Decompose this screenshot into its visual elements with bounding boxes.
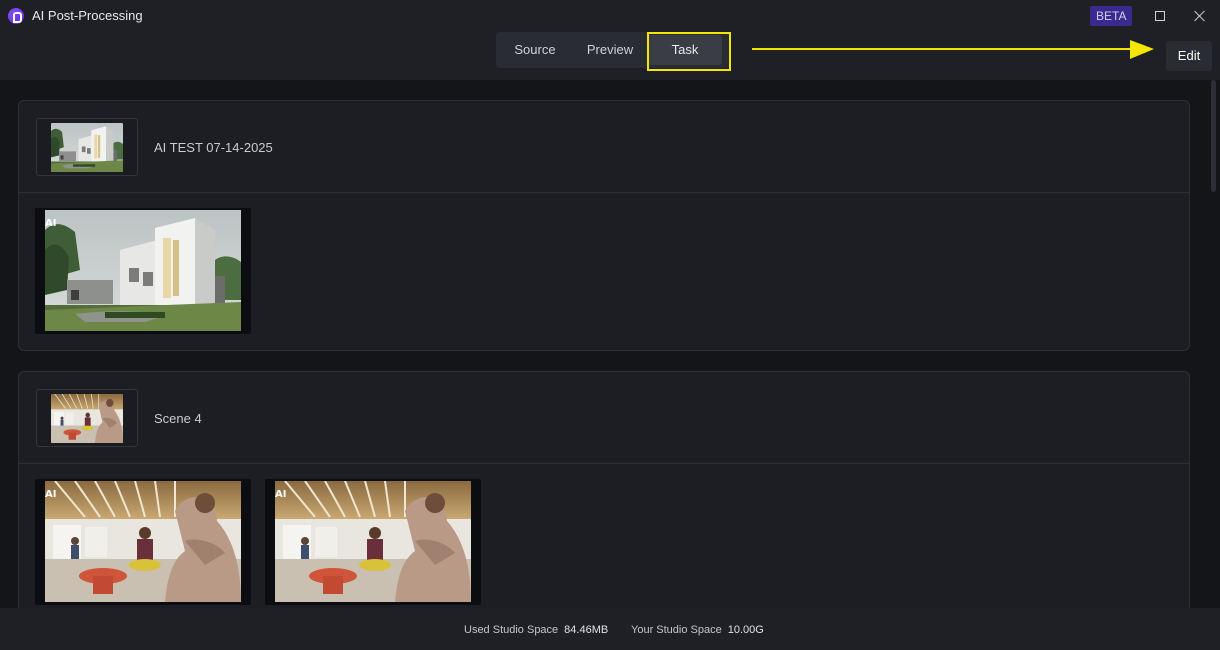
task-highlight-annotation [647,32,731,71]
maximize-icon [1155,11,1165,21]
task-thumbnail[interactable] [36,118,138,176]
result-item[interactable]: AI [35,479,251,605]
office-lounge-image [275,481,471,602]
arrow-annotation-icon [752,40,1154,59]
total-space-value: 10.00G [727,624,764,636]
task-list: AI TEST 07-14-2025 AI Scene 4 AI AI [0,80,1220,608]
title-bar: AI Post-Processing BETA Source Preview T… [0,0,1220,80]
close-window-button[interactable] [1190,6,1210,26]
task-thumbnail[interactable] [36,389,138,447]
ai-badge: AI [45,218,57,229]
close-icon [1194,10,1206,22]
result-item[interactable]: AI [265,479,481,605]
task-card-header: Scene 4 [19,372,1189,464]
task-title: Scene 4 [154,411,202,426]
task-title: AI TEST 07-14-2025 [154,140,273,155]
status-bar: Used Studio Space 84.46MB Your Studio Spa… [0,608,1220,650]
ai-badge: AI [275,489,287,500]
app-logo-icon [8,8,24,24]
total-space-label: Your Studio Space [631,624,722,636]
edit-button[interactable]: Edit [1166,41,1212,71]
maximize-button[interactable] [1150,6,1170,26]
used-space-label: Used Studio Space [464,624,559,636]
building-exterior-image [51,123,123,172]
total-space-status: Your Studio Space 10.00G [631,624,764,636]
building-exterior-image [45,210,241,331]
used-space-status: Used Studio Space 84.46MB [464,624,608,636]
task-card-header: AI TEST 07-14-2025 [19,101,1189,193]
office-lounge-image [45,481,241,602]
beta-badge: BETA [1090,6,1133,26]
ai-badge: AI [45,489,57,500]
vertical-scrollbar[interactable] [1211,80,1216,192]
task-card: AI TEST 07-14-2025 AI [18,100,1190,351]
task-card: Scene 4 AI AI [18,371,1190,608]
tab-preview[interactable]: Preview [576,32,644,68]
used-space-value: 84.46MB [564,624,609,636]
tab-source[interactable]: Source [504,32,566,68]
app-title: AI Post-Processing [32,8,143,23]
result-item[interactable]: AI [35,208,251,334]
office-lounge-image [51,394,123,443]
